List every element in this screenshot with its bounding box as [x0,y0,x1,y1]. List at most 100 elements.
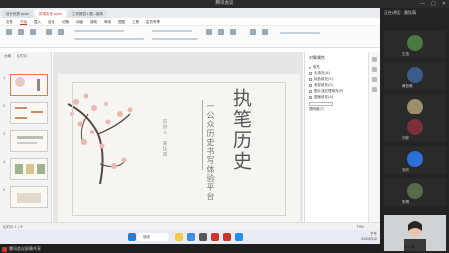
fill-option[interactable]: 图片或纹理填充(P) [309,89,364,94]
menu-design[interactable]: 设计 [48,18,55,25]
doc-tab[interactable]: 工作报告1.剧...副本 [68,10,108,18]
title-divider [202,100,203,170]
fill-option-label: 图片或纹理填充(P) [314,89,344,93]
doc-tab[interactable]: 设计优秀 pptx [2,10,33,18]
format-painter-icon[interactable] [30,29,36,35]
slides-tab[interactable]: 幻灯片 [17,54,28,59]
font-selector[interactable] [74,30,124,32]
wps-icon[interactable] [211,233,219,241]
start-icon[interactable] [128,233,136,241]
slide-thumbnail-4[interactable] [10,158,48,180]
menu-view[interactable]: 视图 [118,18,125,25]
design-icon[interactable] [372,77,377,82]
participant-name: 刘彬 [402,136,409,140]
avatar [407,119,423,135]
find-icon[interactable] [250,29,256,35]
participant-tile[interactable]: 张桐 [384,178,446,206]
system-clock[interactable]: 下午 2023/5/2 [361,232,377,242]
radio-icon [309,84,312,87]
object-properties-pane: 对象属性 ▾ 填充 无填充(N) 纯色填充(S) 渐变填充(G) 图片或纹理填充… [304,52,368,222]
thumbnail-art [15,107,43,119]
pdf-icon[interactable] [223,233,231,241]
slide-thumbnail-2[interactable] [10,102,48,124]
menu-animation[interactable]: 动画 [76,18,83,25]
outline-tab[interactable]: 大纲 [4,54,11,59]
select-icon[interactable] [262,29,268,35]
meeting-app-icon[interactable] [235,233,243,241]
minimize-icon[interactable]: — [420,0,425,8]
participant-tile[interactable]: 安欣 [384,146,446,174]
transparency-row: 透明度(T) [309,107,364,112]
doc-tab-active[interactable]: 执笔历史.pptx [35,10,66,18]
thumbnail-art [15,164,45,174]
screen: 腾讯会议 — □ ✕ 设计优秀 pptx 执笔历史.pptx 工作报告1.剧..… [0,0,449,253]
camera-video[interactable]: 黄钰萌 [384,215,446,251]
color-select[interactable] [309,101,333,106]
slide-thumbnail-1[interactable] [10,74,48,96]
fill-option[interactable]: 纯色填充(S) [309,77,364,82]
screen-share-indicator[interactable]: 腾讯会议屏幕共享 [2,246,41,252]
color-row[interactable] [309,101,364,106]
person-video [384,215,446,251]
cut-icon[interactable] [18,29,24,35]
slide-thumbnail-5[interactable] [10,186,48,208]
right-toolbar [368,52,380,222]
participant-tile[interactable]: 黄钰萌 [384,62,446,90]
avatar [407,183,423,199]
fill-section-label: 填充 [312,65,320,69]
paste-icon[interactable] [6,29,12,35]
fill-option[interactable]: 渐变填充(G) [309,83,364,88]
participant-name: 黄钰萌 [402,84,413,88]
ribbon-toolbar [0,26,380,48]
slide-number: 4 [3,160,6,164]
animation-icon[interactable] [372,67,377,72]
participants-panel: 正在讲话：黄钰萌 王浩 黄钰萌 高雯 刘彬 安欣 张桐 [381,8,449,253]
meeting-title-bar: 腾讯会议 — □ ✕ [0,0,449,8]
menu-tools[interactable]: 工具 [132,18,139,25]
fill-section[interactable]: ▾ 填充 [309,65,364,70]
slide-subtitle[interactable]: 一公众历史书写体验平台 [205,102,216,201]
fill-option[interactable]: 图案填充(A) [309,95,364,100]
align-buttons[interactable] [152,38,198,40]
slide-title[interactable]: 执笔历史 [228,88,254,172]
slide-number: 3 [3,132,6,136]
close-icon[interactable]: ✕ [442,0,446,8]
menu-bar: 文件 开始 插入 设计 切换 动画 放映 审阅 视图 工具 会员专享 [0,18,380,26]
slide-author[interactable]: 答辩人：黄钰萌 [161,119,167,158]
new-slide-icon[interactable] [46,29,52,35]
thumbnail-art [17,136,43,144]
participant-tile[interactable]: 王浩 [384,30,446,58]
taskbar-search[interactable]: 搜索 [137,233,169,241]
paragraph-buttons[interactable] [152,30,192,32]
fill-option[interactable]: 无填充(N) [309,71,364,76]
sharing-label: 腾讯会议屏幕共享 [9,246,41,251]
menu-file[interactable]: 文件 [6,18,13,25]
arrange-icon[interactable] [230,29,236,35]
slide-thumbnail-3[interactable] [10,130,48,152]
avatar [407,151,423,167]
participant-tile[interactable]: 刘彬 [384,114,446,142]
menu-slideshow[interactable]: 放映 [90,18,97,25]
edge-icon[interactable] [187,233,195,241]
meeting-title: 腾讯会议 [215,1,234,6]
current-slide[interactable]: 执笔历史 一公众历史书写体验平台 答辩人：黄钰萌 [58,74,300,224]
menu-member[interactable]: 会员专享 [146,18,160,25]
menu-transition[interactable]: 切换 [62,18,69,25]
ribbon-extra[interactable] [280,32,320,34]
shape-icon[interactable] [218,29,224,35]
thumbnail-art [17,193,41,203]
menu-home[interactable]: 开始 [20,18,27,25]
menu-insert[interactable]: 插入 [34,18,41,25]
layout-icon[interactable] [58,29,64,35]
slide-number: 1 [3,76,6,80]
menu-review[interactable]: 审阅 [104,18,111,25]
font-format-buttons[interactable] [74,38,144,40]
status-bar: 幻灯片 1 / 9 79% [0,222,380,230]
file-explorer-icon[interactable] [175,233,183,241]
textbox-icon[interactable] [206,29,212,35]
properties-icon[interactable] [372,57,377,62]
store-icon[interactable] [199,233,207,241]
maximize-icon[interactable]: □ [431,0,436,8]
document-tabs: 设计优秀 pptx 执笔历史.pptx 工作报告1.剧...副本 [0,8,380,18]
settings-icon[interactable] [372,87,377,92]
